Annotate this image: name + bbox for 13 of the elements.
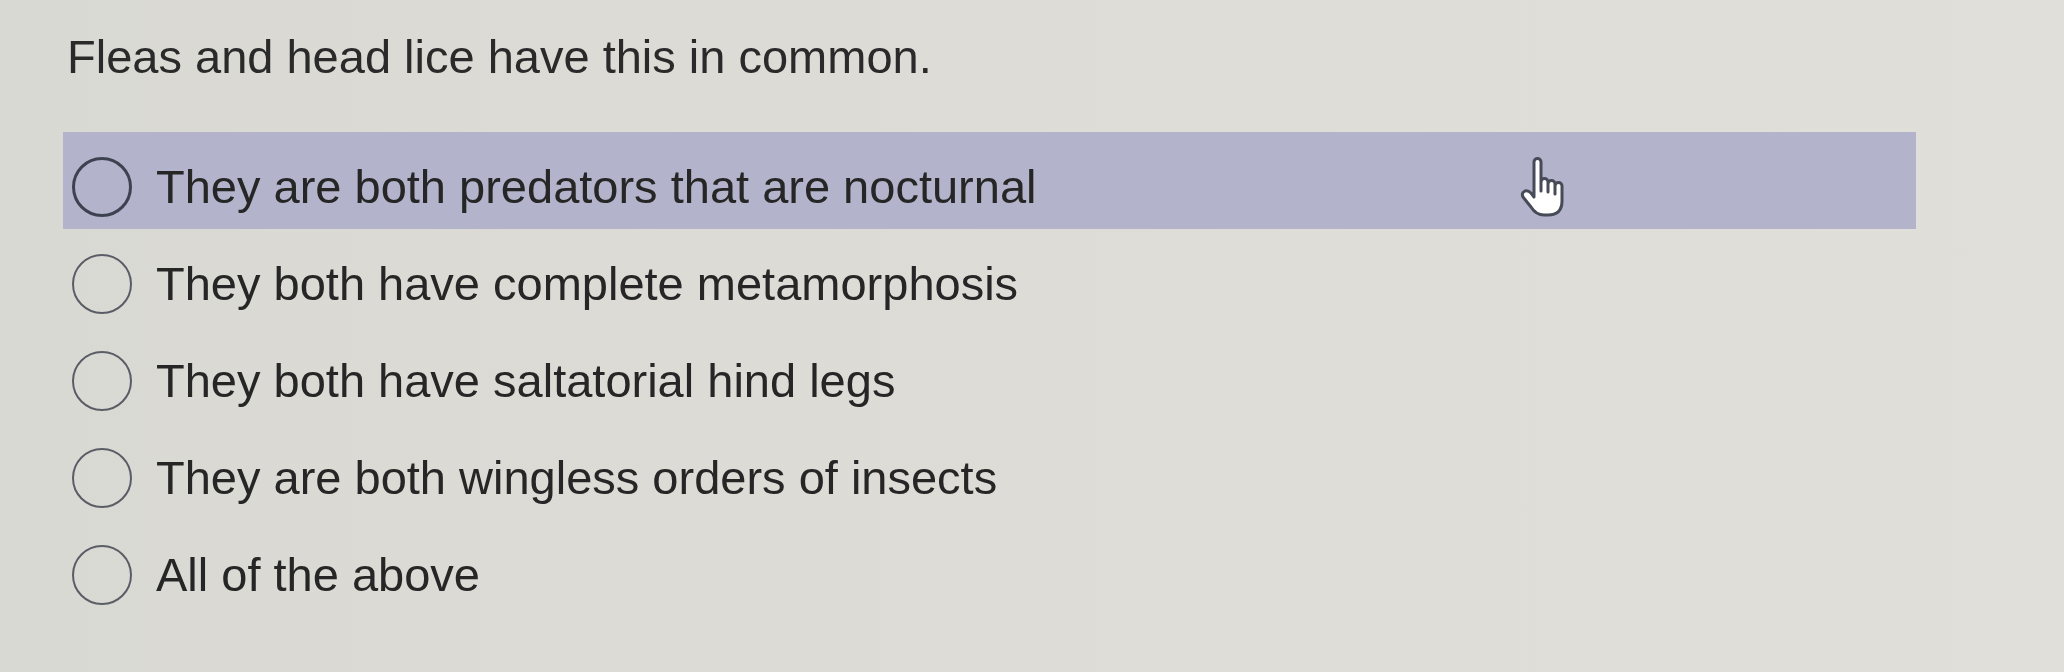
- hand-cursor-icon: [1519, 156, 1565, 218]
- highlighted-option-row[interactable]: They are both predators that are nocturnal: [63, 132, 1916, 229]
- option-text[interactable]: They are both predators that are nocturnal: [156, 158, 1037, 215]
- option-text[interactable]: All of the above: [156, 546, 480, 603]
- option-text[interactable]: They both have saltatorial hind legs: [156, 352, 896, 409]
- radio-button[interactable]: [72, 350, 132, 411]
- option-text[interactable]: They are both wingless orders of insects: [156, 449, 998, 506]
- radio-button[interactable]: [72, 447, 132, 508]
- radio-button[interactable]: [72, 544, 132, 605]
- radio-button[interactable]: [72, 156, 132, 217]
- option-text[interactable]: They both have complete metamorphosis: [156, 255, 1019, 312]
- radio-button[interactable]: [72, 253, 132, 314]
- question-text: Fleas and head lice have this in common.: [67, 29, 932, 85]
